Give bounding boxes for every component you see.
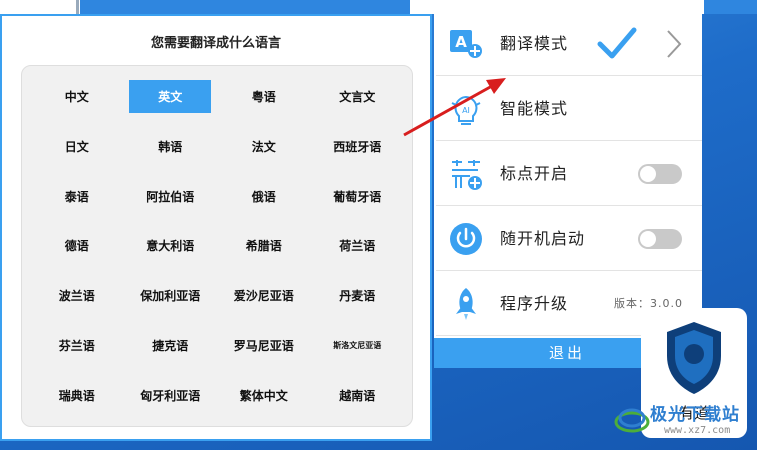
language-option[interactable]: 中文: [30, 72, 124, 122]
language-option[interactable]: 俄语: [217, 171, 311, 221]
language-option[interactable]: 瑞典语: [30, 370, 124, 420]
menu-item-label: 程序升级: [500, 294, 569, 313]
menu-item-punctuation[interactable]: 标点开启: [436, 142, 702, 206]
power-icon: [450, 223, 482, 255]
language-label: 斯洛文尼亚语: [333, 340, 382, 350]
language-label: 瑞典语: [58, 388, 95, 403]
language-label: 西班牙语: [333, 140, 382, 155]
language-option[interactable]: 葡萄牙语: [311, 171, 405, 221]
menu-item-label: 随开机启动: [500, 229, 586, 248]
language-option[interactable]: 泰语: [30, 171, 124, 221]
language-label: 芬兰语: [58, 338, 95, 353]
menu-item-smart-mode[interactable]: AI 智能模式: [436, 77, 702, 141]
watermark-text: 极光下载站: [650, 405, 740, 425]
language-option-selected[interactable]: 英文: [124, 72, 218, 122]
language-label: 中文: [64, 90, 89, 105]
language-option[interactable]: 荷兰语: [311, 221, 405, 271]
dialog-title: 您需要翻译成什么语言: [150, 36, 281, 51]
watermark: 极光下载站 www.xz7.com: [612, 398, 757, 446]
check-icon: [597, 27, 637, 59]
language-label: 保加利亚语: [140, 289, 201, 304]
chevron-right-icon[interactable]: [664, 28, 684, 60]
language-grid: 中文 英文 粤语 文言文 日文 韩语 法文 西班牙语 泰语 阿拉伯语 俄语 葡萄…: [21, 65, 413, 427]
language-option[interactable]: 丹麦语: [311, 271, 405, 321]
language-label: 韩语: [158, 140, 183, 155]
language-label: 越南语: [339, 388, 376, 403]
language-label: 德语: [64, 239, 89, 254]
language-label: 丹麦语: [339, 289, 376, 304]
language-label: 阿拉伯语: [146, 189, 195, 204]
menu-item-autostart[interactable]: 随开机启动: [436, 207, 702, 271]
language-label: 匈牙利亚语: [140, 388, 201, 403]
shield-app-icon: [667, 322, 721, 394]
language-label: 粤语: [251, 90, 276, 105]
language-label: 荷兰语: [339, 239, 376, 254]
language-option[interactable]: 文言文: [311, 72, 405, 122]
language-label: 俄语: [251, 189, 276, 204]
language-label: 法文: [251, 140, 276, 155]
language-option[interactable]: 意大利语: [124, 221, 218, 271]
watermark-logo-icon: [614, 408, 650, 433]
language-option[interactable]: 波兰语: [30, 271, 124, 321]
language-option[interactable]: 罗马尼亚语: [217, 321, 311, 371]
language-option[interactable]: 保加利亚语: [124, 271, 218, 321]
language-label: 爱沙尼亚语: [233, 289, 294, 304]
menu-item-label: 智能模式: [500, 99, 569, 118]
svg-text:A: A: [455, 33, 467, 51]
menu-item-translate-mode[interactable]: A 翻译模式: [436, 12, 702, 76]
language-option[interactable]: 芬兰语: [30, 321, 124, 371]
language-label: 泰语: [64, 189, 89, 204]
punctuation-toggle[interactable]: [638, 164, 682, 184]
language-label: 希腊语: [245, 239, 282, 254]
language-label: 文言文: [339, 90, 376, 105]
language-label: 波兰语: [58, 289, 95, 304]
language-option[interactable]: 阿拉伯语: [124, 171, 218, 221]
language-label: 英文: [129, 80, 212, 114]
menu-item-label: 翻译模式: [500, 34, 569, 53]
language-option[interactable]: 捷克语: [124, 321, 218, 371]
translate-icon: A: [450, 30, 482, 58]
language-option[interactable]: 繁体中文: [217, 370, 311, 420]
language-label: 葡萄牙语: [333, 189, 382, 204]
ai-bulb-icon: AI: [451, 95, 481, 125]
language-dialog: 您需要翻译成什么语言 中文 英文 粤语 文言文 日文 韩语 法文 西班牙语 泰语…: [0, 14, 432, 441]
language-option[interactable]: 匈牙利亚语: [124, 370, 218, 420]
language-label: 日文: [64, 140, 89, 155]
language-label: 罗马尼亚语: [233, 338, 294, 353]
language-option[interactable]: 德语: [30, 221, 124, 271]
language-label: 捷克语: [152, 338, 189, 353]
punctuation-icon: [452, 160, 482, 190]
language-label: 意大利语: [146, 239, 195, 254]
language-label: 繁体中文: [239, 388, 288, 403]
watermark-url: www.xz7.com: [664, 425, 731, 436]
language-option[interactable]: 粤语: [217, 72, 311, 122]
autostart-toggle[interactable]: [638, 229, 682, 249]
rocket-icon: [456, 288, 476, 320]
language-option[interactable]: 西班牙语: [311, 122, 405, 172]
menu-item-label: 标点开启: [500, 164, 569, 183]
language-option[interactable]: 韩语: [124, 122, 218, 172]
language-option[interactable]: 斯洛文尼亚语: [311, 321, 405, 371]
language-option[interactable]: 法文: [217, 122, 311, 172]
svg-text:AI: AI: [462, 106, 470, 115]
language-option[interactable]: 希腊语: [217, 221, 311, 271]
language-option[interactable]: 日文: [30, 122, 124, 172]
settings-menu: A 翻译模式 AI 智能模式 标点开启 随开机启动 程序升级 版本：3.0.0: [434, 0, 702, 340]
language-option[interactable]: 爱沙尼亚语: [217, 271, 311, 321]
language-option[interactable]: 越南语: [311, 370, 405, 420]
